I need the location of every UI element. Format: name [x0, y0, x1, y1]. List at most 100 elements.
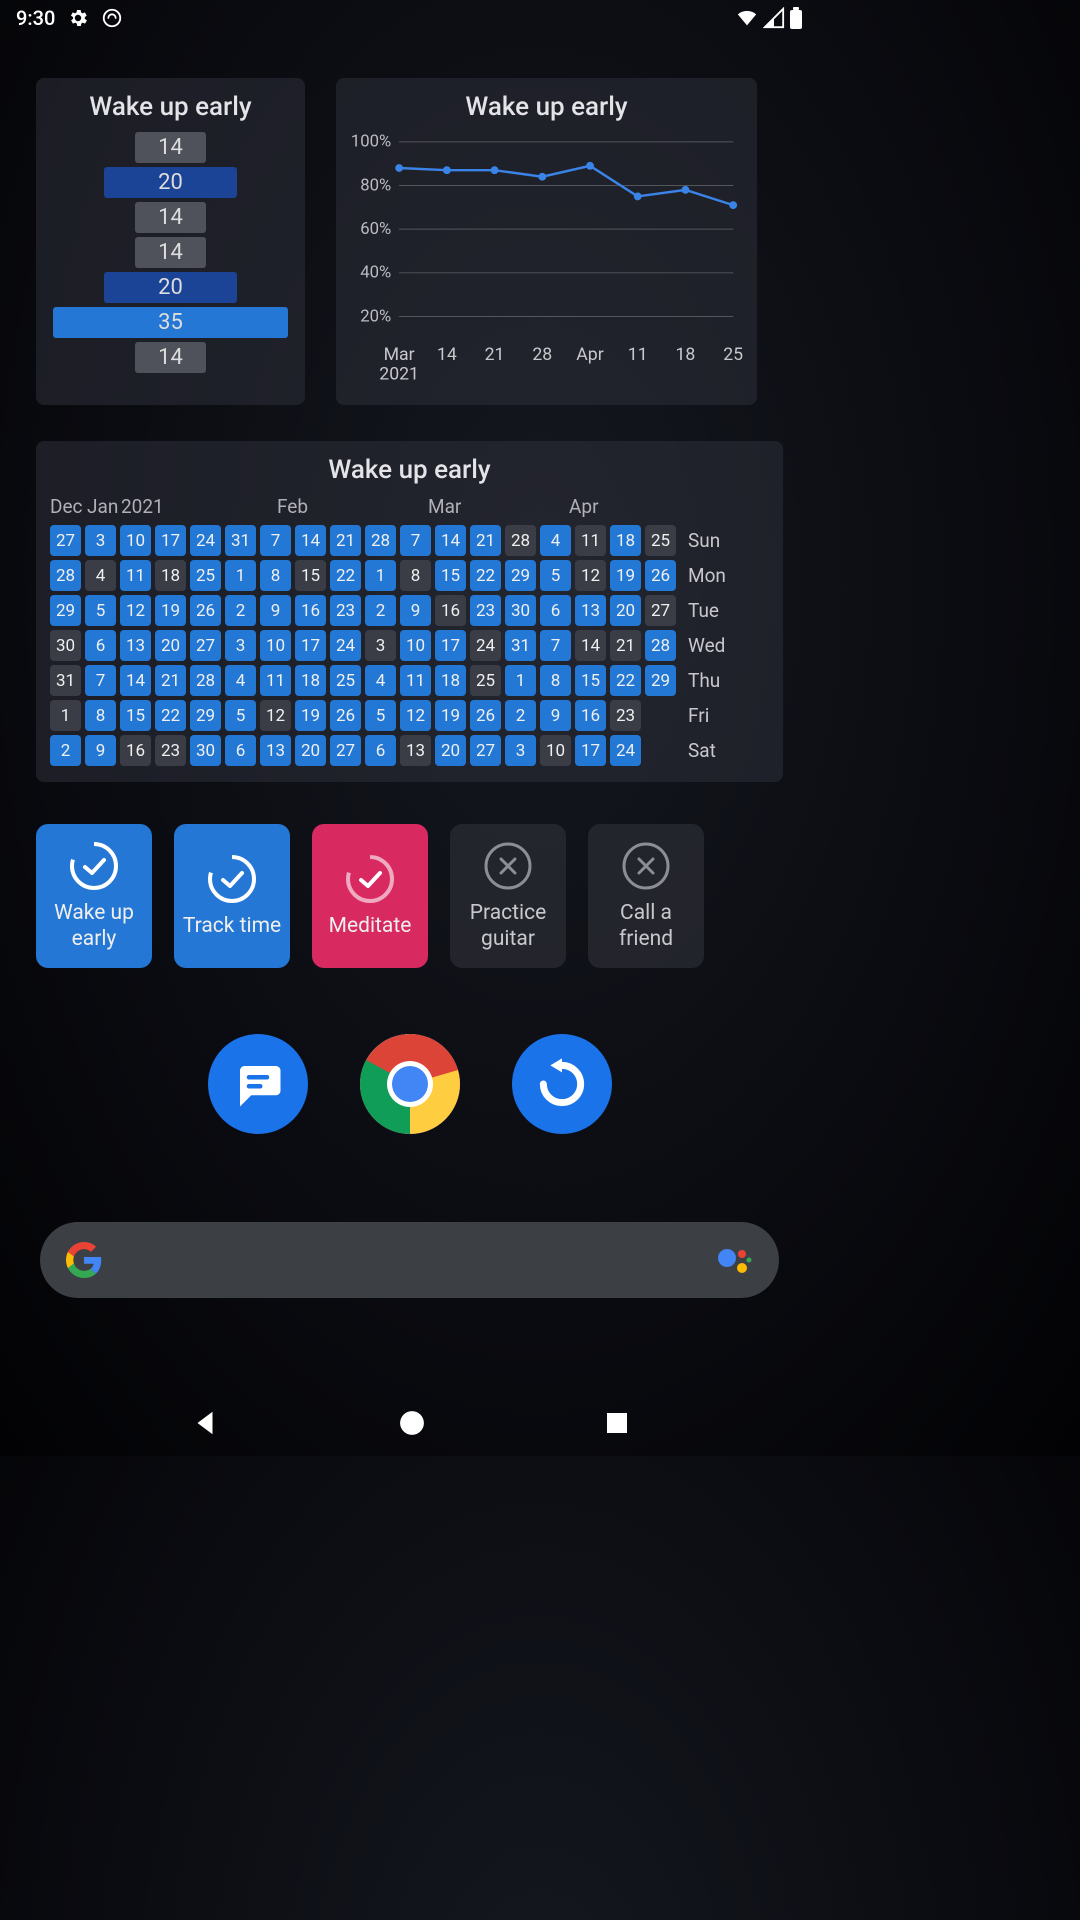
heatmap-cell: 14	[120, 665, 151, 696]
heatmap-cell: 28	[190, 665, 221, 696]
month-label: Feb	[277, 495, 308, 518]
heatmap-column: 45678910	[540, 525, 571, 766]
heatmap-column: 28123456	[365, 525, 396, 766]
heatmap-cell: 20	[435, 735, 466, 766]
widget-score-chart[interactable]: Wake up early 20%40%60%80%100%Mar2021142…	[336, 78, 757, 405]
heatmap-cell: 18	[610, 525, 641, 556]
heatmap-cell: 6	[540, 595, 571, 626]
heatmap-cell: 25	[190, 560, 221, 591]
heatmap-cell: 17	[155, 525, 186, 556]
nav-recents-icon[interactable]	[605, 1411, 629, 1435]
habit-label: Track time	[183, 913, 281, 939]
heatmap-column: 11121314151617	[575, 525, 606, 766]
heatmap-cell: 9	[540, 700, 571, 731]
heatmap-cell: 22	[610, 665, 641, 696]
check-icon	[344, 853, 396, 905]
nav-back-icon[interactable]	[190, 1408, 220, 1438]
heatmap-cell: 12	[260, 700, 291, 731]
heatmap-cell: 17	[575, 735, 606, 766]
habit-card[interactable]: Meditate	[312, 824, 428, 968]
svg-text:Mar: Mar	[384, 345, 415, 365]
heatmap-cell: 28	[645, 630, 676, 661]
heatmap-cell: 7	[540, 630, 571, 661]
navigation-bar	[0, 1408, 819, 1438]
bar-value: 35	[53, 307, 288, 338]
heatmap-cell: 25	[330, 665, 361, 696]
heatmap-cell: 15	[575, 665, 606, 696]
heatmap-cell: 23	[610, 700, 641, 731]
svg-text:20%: 20%	[360, 307, 391, 326]
heatmap-cell: 29	[190, 700, 221, 731]
heatmap-cell: 22	[470, 560, 501, 591]
heatmap-cell: 11	[260, 665, 291, 696]
heatmap-cell: 8	[400, 560, 431, 591]
svg-text:11: 11	[628, 345, 648, 365]
heatmap-cell: 14	[435, 525, 466, 556]
habit-card[interactable]: Wake up early	[36, 824, 152, 968]
heatmap-cell: 1	[225, 560, 256, 591]
heatmap-cell: 25	[645, 525, 676, 556]
widget-frequency-bars[interactable]: Wake up early 14201414203514	[36, 78, 305, 405]
heatmap-column: 28293031123	[505, 525, 536, 766]
heatmap-cell: 3	[365, 630, 396, 661]
bar-value: 20	[104, 272, 238, 303]
heatmap-cell: 17	[435, 630, 466, 661]
heatmap-cell: 27	[50, 525, 81, 556]
heatmap-cell: 18	[295, 665, 326, 696]
heatmap-cell: 24	[470, 630, 501, 661]
widget-chart-title: Wake up early	[350, 92, 743, 122]
heatmap-cell: 24	[190, 525, 221, 556]
heatmap-cell: 4	[225, 665, 256, 696]
heatmap-cell: 1	[50, 700, 81, 731]
heatmap-cell: 19	[295, 700, 326, 731]
dock	[0, 1034, 819, 1134]
heatmap-cell: 31	[225, 525, 256, 556]
heatmap-cell: 26	[190, 595, 221, 626]
heatmap-cell: 24	[330, 630, 361, 661]
battery-icon	[789, 7, 803, 29]
heatmap-cell: 1	[505, 665, 536, 696]
bar-row: 20	[50, 272, 291, 303]
app-reboot[interactable]	[512, 1034, 612, 1134]
bar-row: 14	[50, 237, 291, 268]
heatmap-cell: 7	[400, 525, 431, 556]
heatmap-cell: 22	[330, 560, 361, 591]
check-icon	[68, 840, 120, 892]
svg-text:21: 21	[485, 345, 505, 365]
habit-card[interactable]: Track time	[174, 824, 290, 968]
app-chrome[interactable]	[360, 1034, 460, 1134]
heatmap-cell: 16	[295, 595, 326, 626]
google-logo-icon	[66, 1242, 102, 1278]
heatmap-cell: 29	[50, 595, 81, 626]
heatmap-cell: 16	[575, 700, 606, 731]
dow-label: Tue	[688, 595, 726, 626]
month-label: Jan	[87, 495, 118, 518]
svg-text:40%: 40%	[360, 264, 391, 283]
heatmap-cell: 10	[260, 630, 291, 661]
habit-card[interactable]: Call a friend	[588, 824, 704, 968]
heatmap-cell: 2	[50, 735, 81, 766]
habit-card[interactable]: Practice guitar	[450, 824, 566, 968]
heatmap-cell: 20	[295, 735, 326, 766]
heatmap-column: 78910111213	[260, 525, 291, 766]
google-search-bar[interactable]	[40, 1222, 779, 1298]
app-messages[interactable]	[208, 1034, 308, 1134]
heatmap-cell: 5	[85, 595, 116, 626]
heatmap-cell: 31	[505, 630, 536, 661]
bar-row: 14	[50, 202, 291, 233]
heatmap-cell: 20	[610, 595, 641, 626]
heatmap-cell: 27	[645, 595, 676, 626]
heatmap-column: 31123456	[225, 525, 256, 766]
heatmap-cell: 4	[365, 665, 396, 696]
heatmap-cell: 2	[225, 595, 256, 626]
nav-home-icon[interactable]	[399, 1410, 425, 1436]
heatmap-cell: 14	[575, 630, 606, 661]
assistant-icon[interactable]	[713, 1240, 753, 1280]
heatmap-cell: 27	[470, 735, 501, 766]
habit-label: Wake up early	[44, 900, 144, 953]
month-label: 2021	[121, 495, 164, 518]
heatmap-cell: 21	[155, 665, 186, 696]
widget-calendar-heatmap[interactable]: Wake up early DecJan2021FebMarApr 272829…	[36, 441, 783, 782]
dow-label: Sun	[688, 525, 726, 556]
habit-label: Meditate	[329, 913, 412, 939]
